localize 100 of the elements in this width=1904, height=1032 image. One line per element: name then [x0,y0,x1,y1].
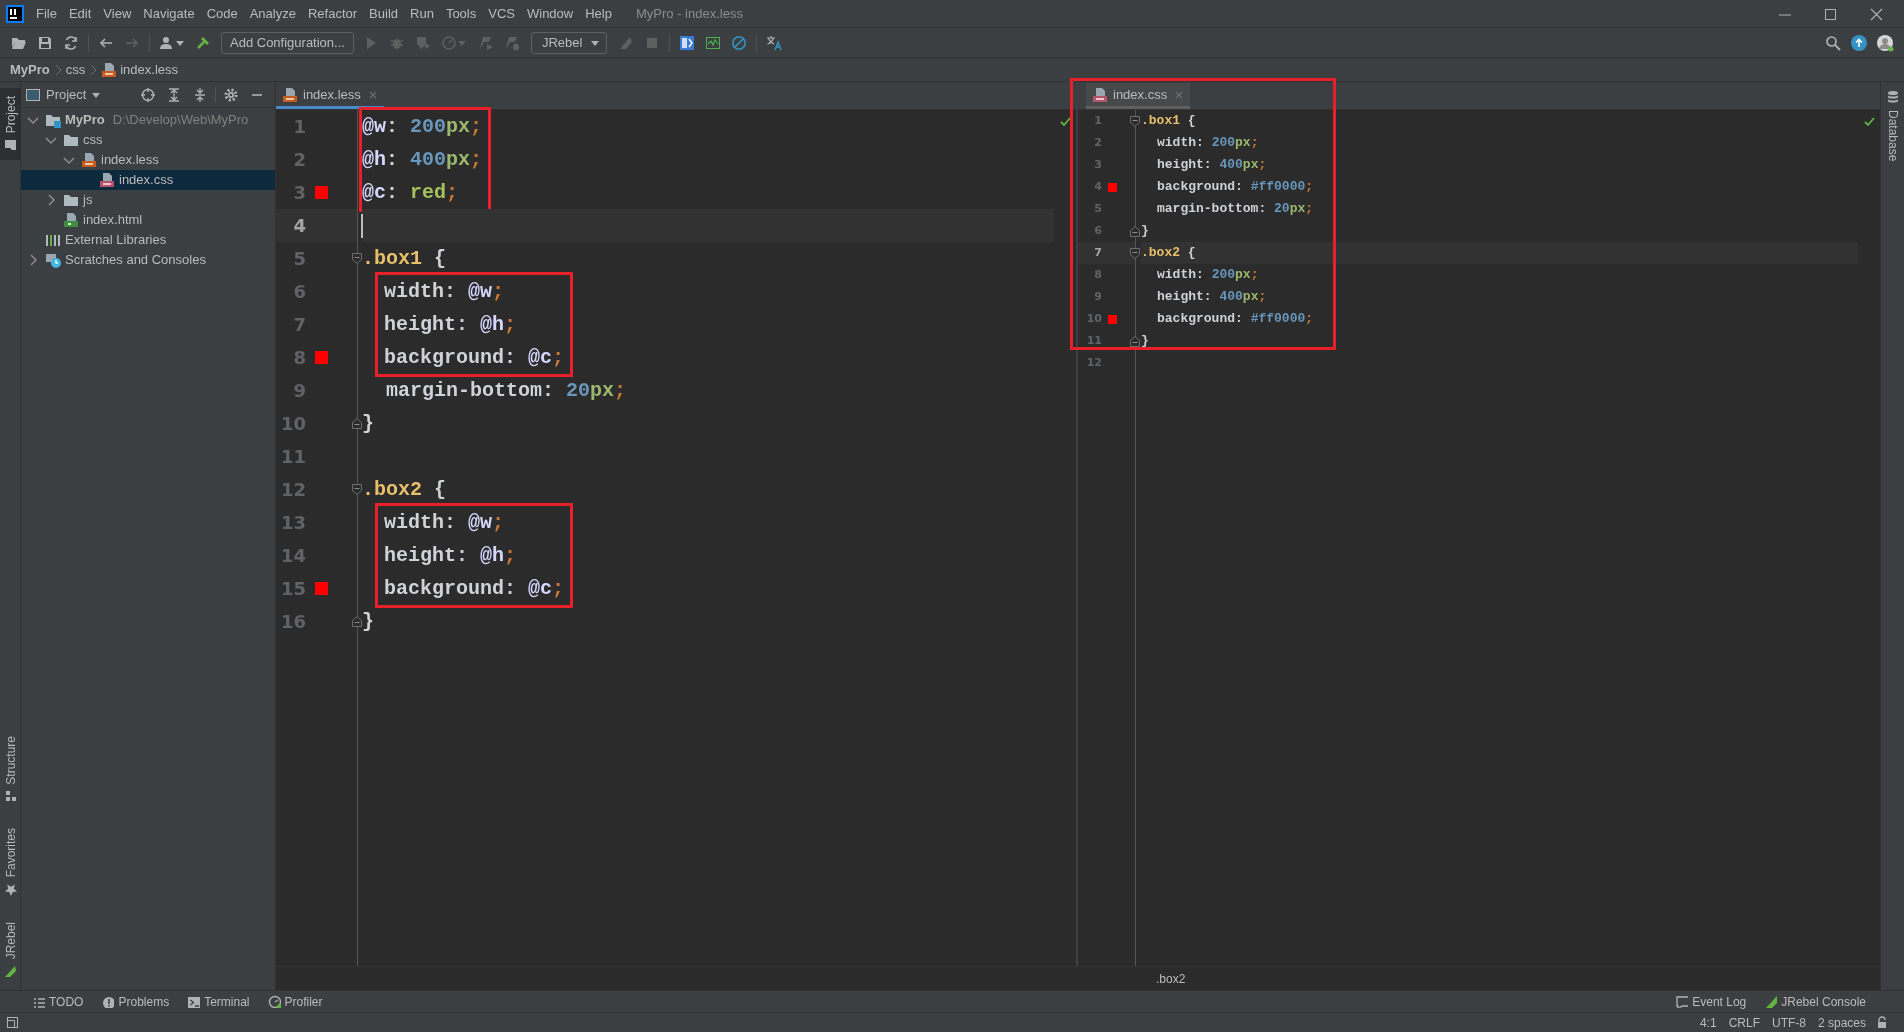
folder-icon [4,139,17,153]
library-icon [45,232,61,248]
code-line: width: 200px; [1156,266,1259,285]
breadcrumb-item[interactable]: css [65,59,86,80]
tool-window-button[interactable]: TODO [26,992,90,1011]
fold-icon[interactable] [1130,247,1140,259]
lock-icon[interactable] [1876,1016,1888,1029]
code-line: @h: 400px; [362,146,483,173]
tool-window-tab[interactable]: Database [1881,82,1904,170]
menu-item[interactable]: VCS [482,3,521,24]
translate-icon[interactable] [766,34,783,51]
search-icon[interactable] [1825,34,1841,51]
code-line: margin-bottom: 20px; [1156,200,1314,219]
database-icon [1886,90,1899,104]
fold-icon[interactable] [1130,335,1140,347]
scratches-icon [45,252,61,268]
fold-icon[interactable] [352,253,362,264]
code-line: } [1141,332,1149,351]
line-number: 4 [292,214,306,238]
text-cursor [361,213,363,238]
panel-icon[interactable] [679,34,696,51]
menu-item[interactable]: Tools [439,3,483,24]
sync-icon[interactable] [63,34,79,51]
crosshair-icon[interactable] [140,86,157,103]
line-number: 11 [1085,332,1102,349]
line-number: 10 [1085,310,1102,327]
update-icon[interactable] [1851,34,1867,51]
tool-window-tab[interactable]: Favorites [0,820,21,904]
run-configuration-button[interactable]: Add Configuration... [221,31,354,54]
breadcrumb-item[interactable]: MyPro [10,59,50,80]
breadcrumb-item[interactable]: index.less [101,59,179,80]
settings-icon[interactable] [223,86,240,103]
tree-item[interactable]: index.html [21,210,275,230]
jrebel-dropdown[interactable]: JRebel [530,31,608,54]
fold-icon[interactable] [1130,115,1140,127]
tool-window-tab[interactable]: Project [0,88,21,161]
css-file-icon [99,172,115,188]
line-number: 1 [292,115,306,139]
fold-icon[interactable] [352,616,362,627]
speech-bubble-icon [1675,995,1689,1008]
blocked-icon[interactable] [731,34,748,51]
save-icon[interactable] [37,34,53,51]
menu-item[interactable]: File [30,3,63,24]
menu-item[interactable]: Build [363,3,404,24]
caret-icon[interactable] [175,38,185,47]
menu-item[interactable]: View [97,3,138,24]
fold-icon[interactable] [352,418,362,429]
view-selector[interactable]: Project [25,84,102,105]
tool-window-button[interactable]: Problems [95,992,176,1011]
tree-item[interactable]: js [21,190,275,210]
menu-item[interactable]: Navigate [137,3,201,24]
status-item[interactable]: 4:1 [1693,1013,1723,1032]
fold-icon[interactable] [1130,225,1140,237]
code-line: width: @w; [384,278,505,305]
tool-window-button[interactable]: Profiler [261,992,329,1011]
menu-item[interactable]: Edit [62,3,98,24]
info-icon [101,995,115,1008]
tree-item[interactable]: External Libraries [21,230,275,250]
tree-item[interactable]: MyPro D:\Develop\Web\MyPro [21,110,275,130]
line-number: 12 [1085,354,1102,371]
hammer-icon[interactable] [196,34,212,51]
editor-tab[interactable]: index.css [1086,83,1191,109]
menu-item[interactable]: Code [200,3,244,24]
code-line: background: @c; [384,344,565,371]
chart-monitor-icon[interactable] [705,34,722,51]
layout-toggle-icon[interactable] [6,1016,19,1029]
menu-item[interactable]: Refactor [301,3,364,24]
code-line: height: @h; [384,311,517,338]
tool-window-button[interactable]: Terminal [181,992,256,1011]
tree-item[interactable]: css [21,130,275,150]
line-number: 2 [1093,134,1102,151]
window-title: MyPro - index.less [635,4,743,23]
avatar-icon[interactable] [1876,33,1894,52]
user-icon[interactable] [159,34,175,51]
line-number: 14 [279,544,306,568]
line-number: 3 [1093,156,1102,173]
tool-window-tab[interactable]: Structure [0,727,21,811]
menu-item[interactable]: Run [404,3,440,24]
html-file-icon [63,212,79,228]
menu-item[interactable]: Help [579,3,618,24]
app-logo-icon [6,4,24,23]
tree-item[interactable]: index.css [21,170,275,190]
line-number: 9 [292,379,306,403]
tool-window-button[interactable]: JRebel Console [1758,992,1872,1011]
line-number: 3 [292,181,306,205]
breadcrumb-item[interactable]: .box2 [1156,969,1186,988]
code-line: .box2 { [362,476,447,503]
caret-icon [590,38,601,47]
tool-window-tab[interactable]: JRebel [0,913,21,986]
status-item[interactable]: 2 spaces [1811,1013,1872,1032]
menu-item[interactable]: Window [520,3,580,24]
tree-item[interactable]: index.less [21,150,275,170]
fold-icon[interactable] [352,484,362,495]
status-item[interactable]: UTF-8 [1765,1013,1812,1032]
code-line: width: @w; [384,509,505,536]
tree-item[interactable]: Scratches and Consoles [21,250,275,270]
tool-window-button[interactable]: Event Log [1669,992,1753,1011]
menu-item[interactable]: Analyze [243,3,302,24]
status-item[interactable]: CRLF [1722,1013,1766,1032]
module-folder-icon [45,112,61,128]
